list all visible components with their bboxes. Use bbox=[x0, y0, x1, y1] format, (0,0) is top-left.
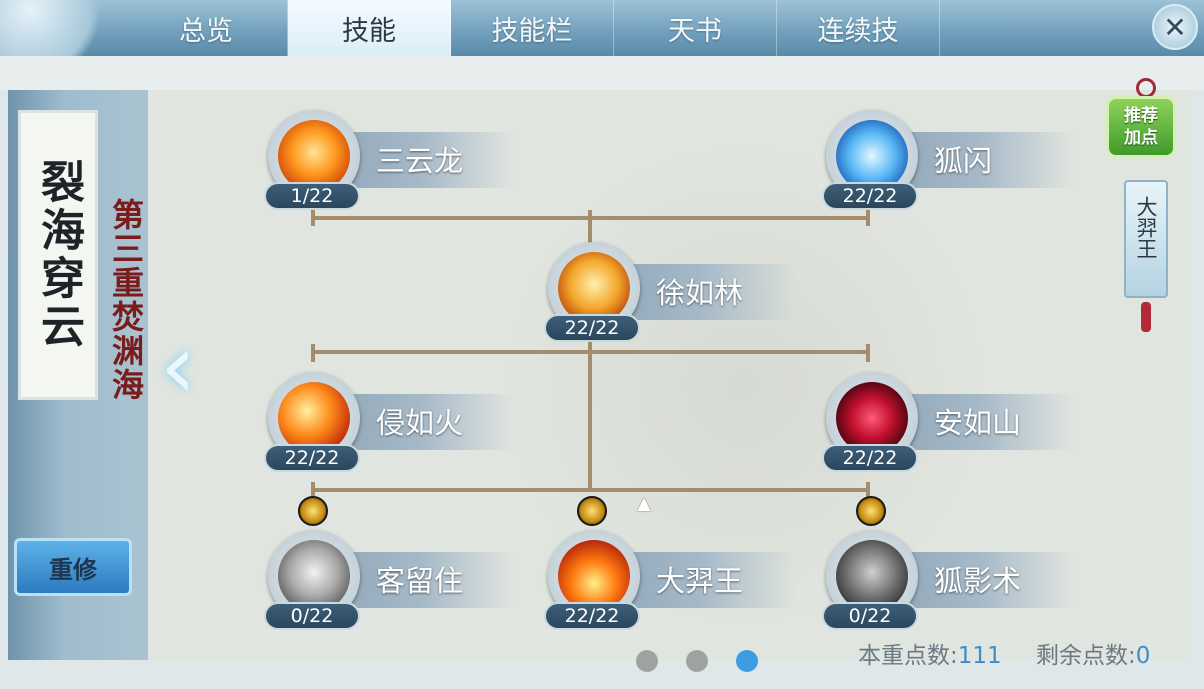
prev-page-arrow[interactable]: ‹ bbox=[160, 322, 196, 412]
skill-name: 侵如火 bbox=[376, 406, 464, 440]
reset-button[interactable]: 重修 bbox=[14, 538, 132, 596]
page-dot[interactable] bbox=[686, 650, 708, 672]
current-points-label: 本重点数: bbox=[858, 643, 958, 669]
skill-node-xurulin[interactable]: 徐如林 22/22 bbox=[536, 232, 796, 342]
tab-skills[interactable]: 技能 bbox=[288, 0, 451, 56]
tab-skill-bar[interactable]: 技能栏 bbox=[451, 0, 614, 56]
school-scroll: 裂海穿云 bbox=[18, 110, 98, 400]
school-title: 裂海穿云 bbox=[33, 159, 84, 351]
skill-name: 客留住 bbox=[376, 564, 464, 598]
close-button[interactable]: ✕ bbox=[1152, 4, 1198, 50]
mouse-cursor-icon: ▲ bbox=[637, 493, 651, 514]
skill-level: 22/22 bbox=[264, 444, 360, 472]
skill-name: 三云龙 bbox=[376, 144, 464, 178]
remaining-points-value: 0 bbox=[1135, 643, 1151, 669]
skill-level: 22/22 bbox=[822, 182, 918, 210]
skill-name: 狐影术 bbox=[934, 564, 1022, 598]
skill-level: 0/22 bbox=[822, 602, 918, 630]
skill-node-dayiwang[interactable]: 大羿王 22/22 bbox=[536, 520, 796, 630]
current-points: 本重点数:111 bbox=[858, 636, 1002, 670]
skill-node-sanyunlong[interactable]: 三云龙 1/22 bbox=[256, 100, 516, 210]
header-strip bbox=[0, 56, 1204, 90]
skill-level: 1/22 bbox=[264, 182, 360, 210]
skill-name: 狐闪 bbox=[934, 144, 993, 178]
skill-name: 徐如林 bbox=[656, 276, 744, 310]
current-points-value: 111 bbox=[957, 643, 1002, 669]
school-panel: 裂海穿云 第三重焚渊海 重修 bbox=[8, 90, 148, 660]
tab-overview[interactable]: 总览 bbox=[125, 0, 288, 56]
skill-level: 22/22 bbox=[544, 314, 640, 342]
tassel-decoration bbox=[1141, 302, 1151, 332]
skill-name: 安如山 bbox=[934, 406, 1022, 440]
skill-level: 22/22 bbox=[822, 444, 918, 472]
hanger-ring bbox=[1136, 78, 1156, 98]
page-indicator bbox=[636, 650, 758, 672]
remaining-points: 剩余点数:0 bbox=[1036, 636, 1150, 670]
recommend-label: 推荐 加点 bbox=[1124, 106, 1158, 148]
tab-list: 总览 技能 技能栏 天书 连续技 bbox=[125, 0, 940, 56]
close-icon: ✕ bbox=[1163, 10, 1187, 44]
recommend-points-button[interactable]: 推荐 加点 bbox=[1106, 96, 1176, 158]
tab-heavenly-book[interactable]: 天书 bbox=[614, 0, 777, 56]
skill-node-hushan[interactable]: 狐闪 22/22 bbox=[814, 100, 1074, 210]
realm-title: 第三重焚渊海 bbox=[107, 198, 145, 402]
corner-decoration bbox=[0, 0, 120, 56]
skill-node-qinruhuo[interactable]: 侵如火 22/22 bbox=[256, 362, 516, 472]
skill-level: 22/22 bbox=[544, 602, 640, 630]
skill-node-anrushan[interactable]: 安如山 22/22 bbox=[814, 362, 1074, 472]
skill-level: 0/22 bbox=[264, 602, 360, 630]
skill-node-keliuzhu[interactable]: 客留住 0/22 bbox=[256, 520, 516, 630]
skill-node-huyingshu[interactable]: 狐影术 0/22 bbox=[814, 520, 1074, 630]
page-dot-active[interactable] bbox=[736, 650, 758, 672]
route-label: 大羿王 bbox=[1134, 196, 1158, 259]
page-dot[interactable] bbox=[636, 650, 658, 672]
route-selector[interactable]: 大羿王 bbox=[1124, 180, 1168, 298]
tab-combo[interactable]: 连续技 bbox=[777, 0, 940, 56]
skill-name: 大羿王 bbox=[656, 564, 744, 598]
top-tab-bar: 总览 技能 技能栏 天书 连续技 ✕ bbox=[0, 0, 1204, 56]
remaining-points-label: 剩余点数: bbox=[1036, 643, 1136, 669]
